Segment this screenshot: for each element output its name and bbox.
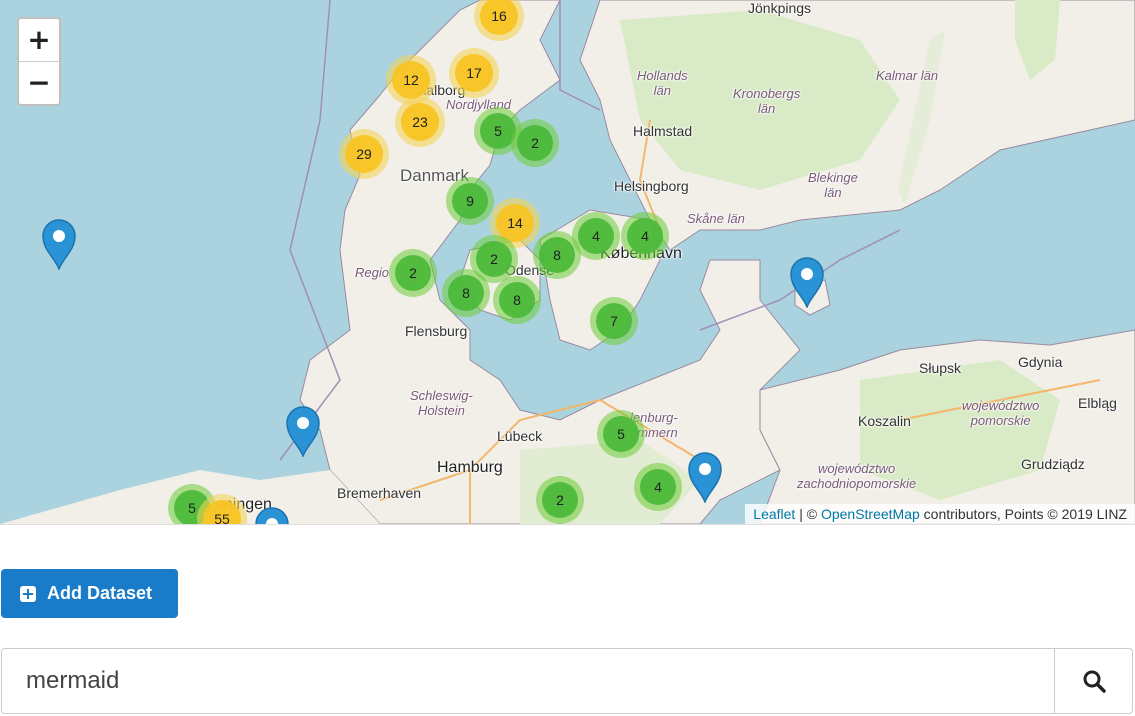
marker-cluster[interactable]: 8 — [533, 231, 581, 279]
place-label: Skåne län — [687, 211, 745, 226]
search-button[interactable] — [1054, 649, 1132, 713]
search-input[interactable] — [2, 649, 1054, 713]
map-attribution: Leaflet | © OpenStreetMap contributors, … — [745, 504, 1135, 524]
map-pin-icon[interactable] — [789, 256, 825, 308]
place-label: Schleswig- Holstein — [410, 388, 473, 418]
marker-cluster[interactable]: 2 — [511, 119, 559, 167]
marker-cluster[interactable]: 8 — [442, 269, 490, 317]
search-bar — [1, 648, 1133, 714]
attribution-text: contributors, Points © 2019 LINZ — [919, 506, 1127, 522]
add-dataset-label: Add Dataset — [47, 583, 153, 603]
marker-cluster[interactable]: 4 — [621, 212, 669, 260]
map-view[interactable]: Jönkpings Hollands län Kronobergs län Ka… — [0, 0, 1135, 525]
place-label: Słupsk — [919, 360, 962, 376]
marker-cluster[interactable]: 2 — [389, 249, 437, 297]
place-label: Flensburg — [405, 323, 468, 339]
zoom-control: + − — [17, 17, 61, 106]
place-label: Hamburg — [437, 459, 503, 476]
place-label: Kronobergs län — [733, 86, 801, 116]
openstreetmap-link[interactable]: OpenStreetMap — [821, 506, 920, 522]
map-pin-icon[interactable] — [254, 506, 290, 525]
map-pin-icon[interactable] — [285, 405, 321, 457]
place-label: Lübeck — [497, 428, 543, 444]
place-label: Elbląg — [1078, 395, 1117, 411]
map-pin-icon[interactable] — [41, 218, 77, 270]
marker-cluster[interactable]: 2 — [536, 476, 584, 524]
marker-cluster[interactable]: 8 — [493, 276, 541, 324]
place-label: Kalmar län — [876, 68, 939, 83]
marker-cluster[interactable]: 23 — [395, 97, 445, 147]
marker-cluster[interactable]: 17 — [449, 48, 499, 98]
place-label: województwo zachodniopomorskie — [797, 461, 917, 491]
zoom-in-button[interactable]: + — [19, 19, 59, 61]
place-label: Helsingborg — [614, 178, 689, 194]
place-label: Hollands län — [637, 68, 688, 98]
place-label: województwo pomorskie — [962, 398, 1040, 428]
search-icon — [1083, 670, 1106, 693]
place-label: Jönkpings — [748, 0, 812, 16]
place-label: Regio — [355, 265, 389, 280]
place-label: Koszalin — [858, 413, 911, 429]
add-dataset-button[interactable]: Add Dataset — [1, 569, 178, 618]
leaflet-link[interactable]: Leaflet — [753, 506, 795, 522]
place-label: Gdynia — [1018, 354, 1063, 370]
map-pin-icon[interactable] — [687, 451, 723, 503]
place-label: Grudziądz — [1021, 456, 1085, 472]
zoom-out-button[interactable]: − — [19, 61, 59, 104]
marker-cluster[interactable]: 5 — [597, 410, 645, 458]
attribution-separator: | © — [795, 506, 821, 522]
marker-cluster[interactable]: 4 — [634, 463, 682, 511]
place-label: Bremerhaven — [337, 485, 422, 501]
plus-square-icon — [20, 585, 36, 602]
marker-cluster[interactable]: 9 — [446, 177, 494, 225]
marker-cluster[interactable]: 7 — [590, 297, 638, 345]
marker-cluster[interactable]: 29 — [339, 129, 389, 179]
place-label: Halmstad — [633, 123, 693, 139]
place-label: Blekinge län — [808, 170, 858, 200]
